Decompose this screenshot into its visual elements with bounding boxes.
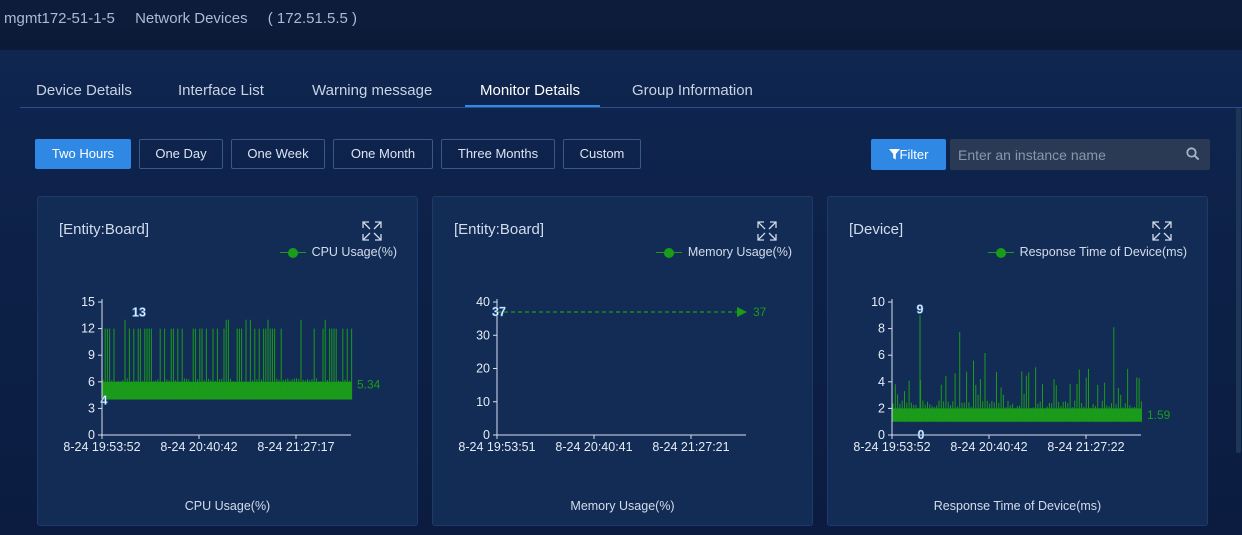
instance-search [950, 139, 1210, 170]
y-tick-label: 10 [476, 395, 490, 409]
y-tick-label: 6 [88, 375, 95, 389]
range-one-month-button[interactable]: One Month [333, 139, 433, 169]
instance-search-input[interactable] [950, 139, 1175, 170]
x-tick-label: 8-24 19:53:52 [853, 440, 930, 454]
y-tick-label: 4 [878, 375, 885, 389]
x-tick-label: 8-24 21:27:22 [1047, 440, 1124, 454]
memory-usage-card: [Entity:Board] Memory Usage(%) 0 10 20 30 40… [432, 196, 813, 526]
x-tick-label: 8-24 19:53:52 [63, 440, 140, 454]
max-point-label: 9 [917, 302, 924, 316]
vertical-scrollbar[interactable] [1236, 108, 1241, 453]
y-tick-label: 20 [476, 362, 490, 376]
x-tick-label: 8-24 20:40:42 [950, 440, 1027, 454]
last-value-label: 1.59 [1147, 408, 1171, 422]
range-two-hours-button[interactable]: Two Hours [35, 139, 131, 169]
tab-group-information[interactable]: Group Information [632, 82, 753, 99]
series-arrow-head [737, 306, 747, 317]
y-tick-label: 10 [871, 295, 885, 309]
x-tick-label: 8-24 21:27:21 [652, 440, 729, 454]
tab-bar: Device Details Interface List Warning me… [20, 78, 1242, 108]
chart-caption: Response Time of Device(ms) [933, 499, 1102, 513]
y-tick-label: 15 [81, 295, 95, 309]
x-tick-label: 8-24 21:27:17 [257, 440, 334, 454]
memory-usage-chart: 0102030408-24 19:53:51 8-24 20:40:41 8-24 … [458, 295, 767, 454]
y-tick-label: 2 [878, 401, 885, 415]
max-point-label: 37 [492, 305, 506, 319]
page-header: mgmt172-51-1-5 Network Devices ( 172.51.… [4, 10, 373, 27]
chart-caption: Memory Usage(%) [570, 499, 675, 513]
y-tick-label: 9 [88, 348, 95, 362]
filter-icon [888, 149, 900, 160]
min-point-label: 4 [101, 394, 108, 408]
y-tick-label: 3 [88, 401, 95, 415]
range-one-day-button[interactable]: One Day [139, 139, 223, 169]
response-series-line [892, 315, 1142, 422]
tab-monitor-details[interactable]: Monitor Details [480, 82, 580, 99]
active-tab-indicator [465, 105, 600, 107]
x-tick-label: 8-24 19:53:51 [458, 440, 535, 454]
range-custom-button[interactable]: Custom [563, 139, 641, 169]
device-name: mgmt172-51-1-5 [4, 10, 115, 27]
min-point-label: 0 [918, 428, 925, 442]
cpu-usage-card: [Entity:Board] CPU Usage(%) 0 3 6 9 12 15 8-24… [37, 196, 418, 526]
y-tick-label: 8 [878, 322, 885, 336]
device-ip: ( 172.51.5.5 ) [267, 10, 357, 27]
x-tick-label: 8-24 20:40:41 [555, 440, 632, 454]
response-time-card: [Device] Response Time of Device(ms) 024… [827, 196, 1208, 526]
y-tick-label: 6 [878, 348, 885, 362]
tab-interface-list[interactable]: Interface List [178, 82, 264, 99]
max-point-label: 13 [132, 306, 146, 320]
breadcrumb[interactable]: Network Devices [135, 10, 248, 27]
tab-warning-message[interactable]: Warning message [312, 82, 432, 99]
last-value-label: 5.34 [357, 378, 381, 392]
y-tick-label: 30 [476, 328, 490, 342]
filter-label: Filter [899, 147, 929, 162]
x-tick-label: 8-24 20:40:42 [160, 440, 237, 454]
tab-device-details[interactable]: Device Details [36, 82, 132, 99]
response-time-chart: 0 2 4 6 8 10 8-24 19:53:52 8-24 20:40:42 8-24 21… [853, 295, 1171, 454]
filter-button[interactable]: Filter [871, 139, 946, 170]
last-value-label: 37 [753, 305, 767, 319]
y-tick-label: 40 [476, 295, 490, 309]
range-three-months-button[interactable]: Three Months [441, 139, 555, 169]
y-tick-label: 12 [81, 322, 95, 336]
chart-caption: CPU Usage(%) [184, 499, 271, 513]
range-one-week-button[interactable]: One Week [231, 139, 325, 169]
search-icon[interactable] [1186, 147, 1200, 161]
cpu-usage-chart: 036912158-24 19:53:52 8-24 20:40:42 8-24 2… [63, 295, 381, 454]
